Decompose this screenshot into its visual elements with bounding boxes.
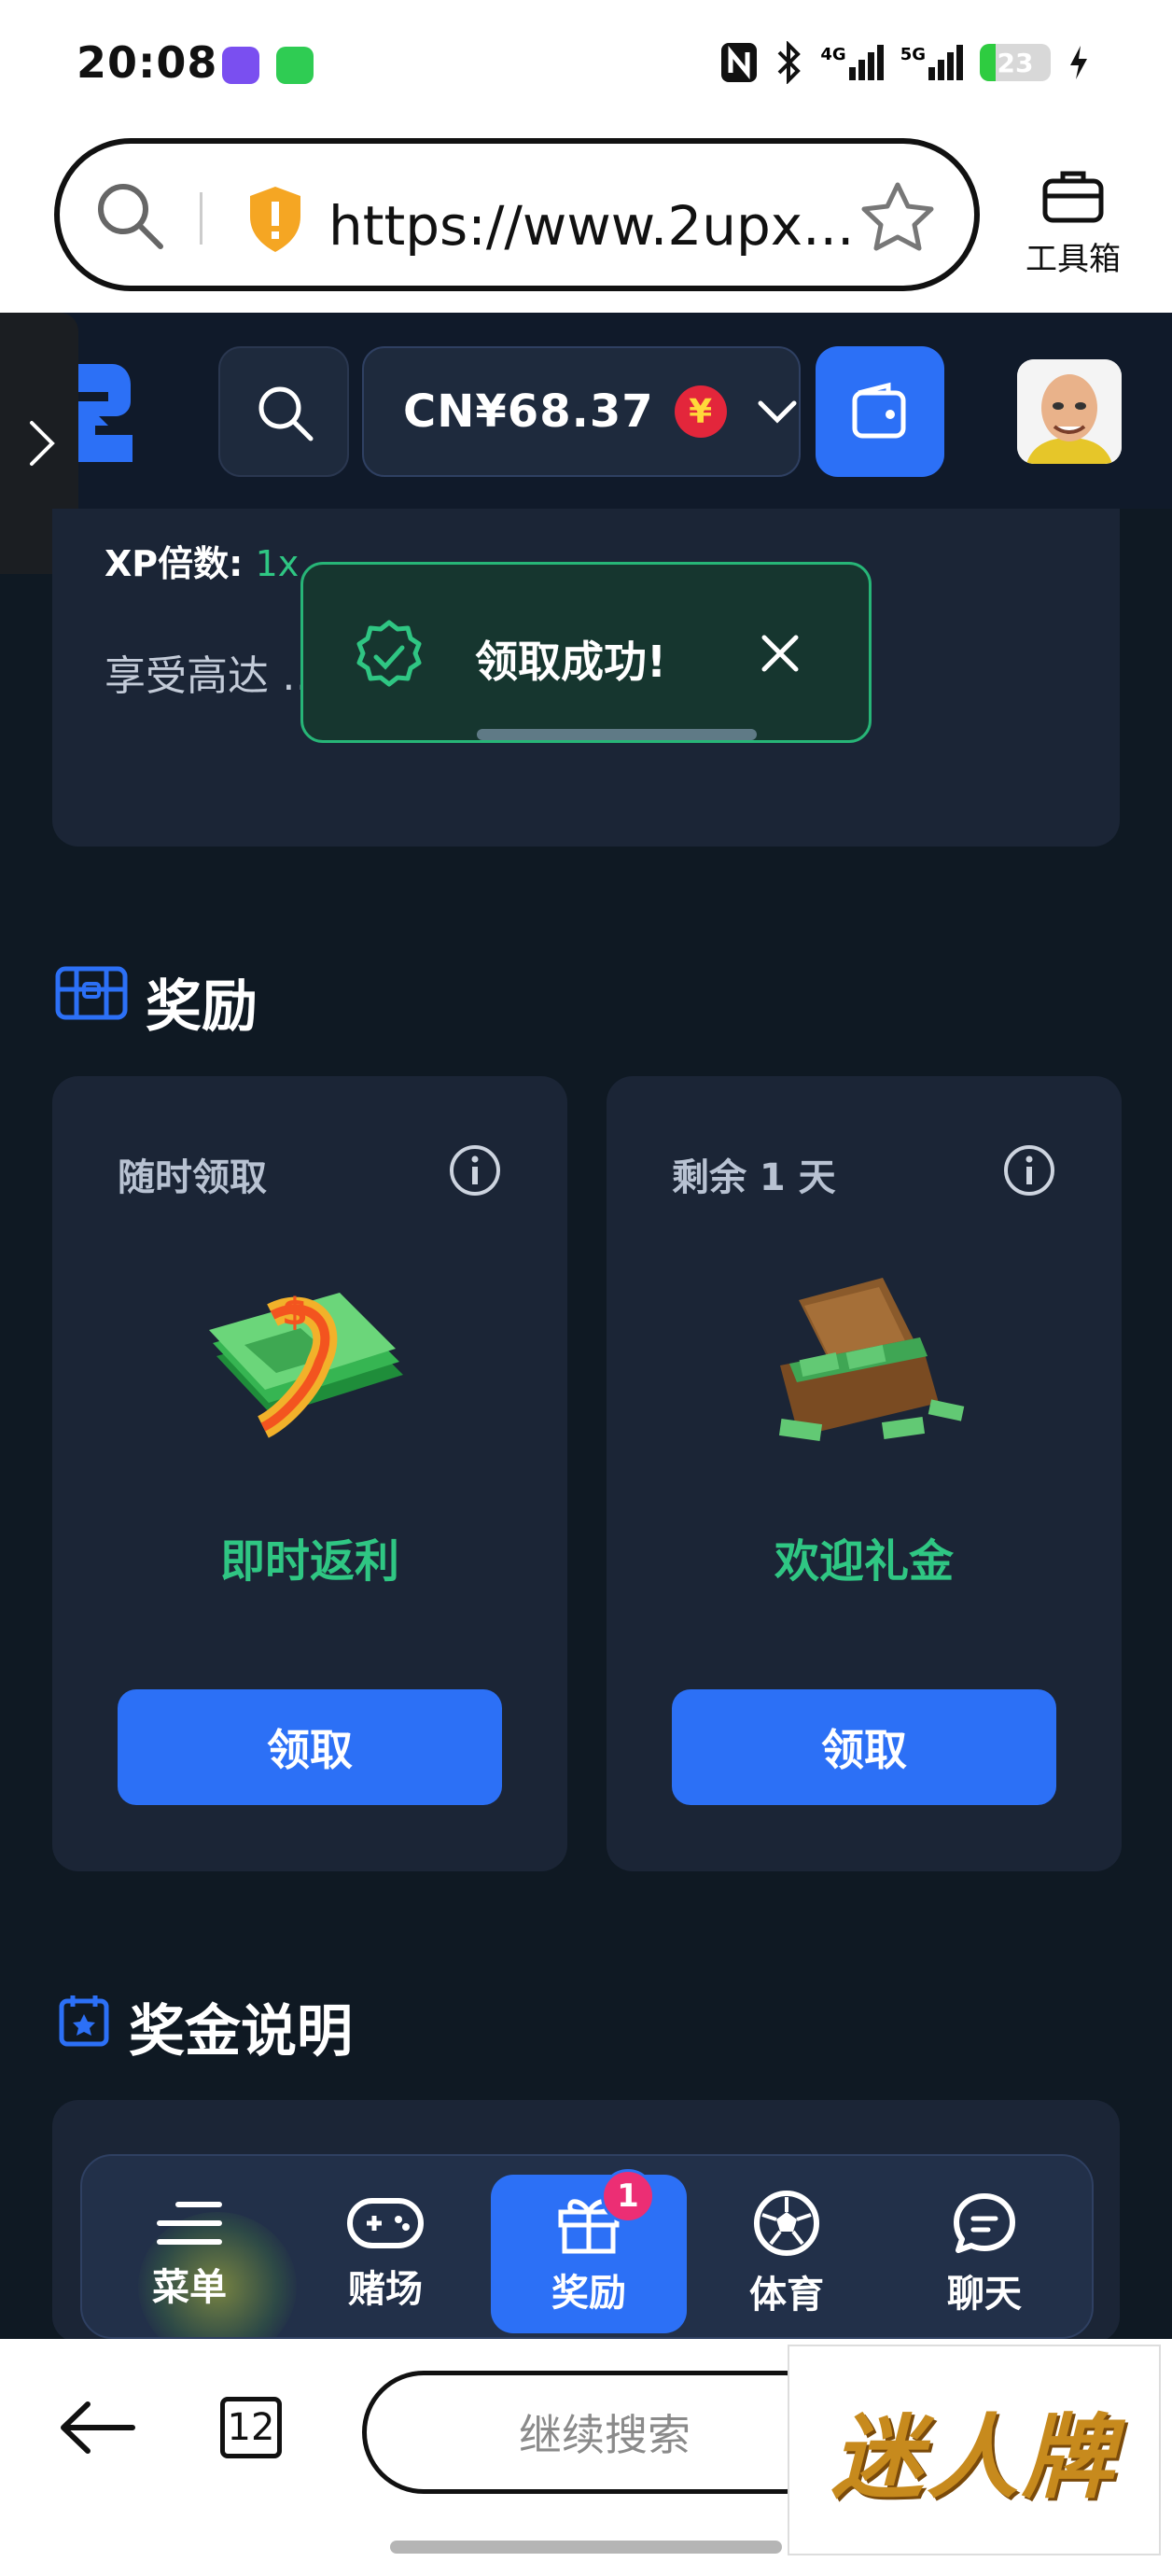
avatar[interactable] [1017,359,1122,464]
message-app-icon [276,47,314,84]
nav-label: 奖励 [551,2272,626,2315]
charging-icon [1070,46,1087,79]
toast-progress-bar [477,729,757,740]
ad-banner[interactable]: 迷人牌 [788,2345,1161,2555]
wallet-button[interactable] [816,346,944,477]
site-search-button[interactable] [218,346,349,477]
calendar-star-icon [59,1995,109,2047]
toolbox-icon [1042,171,1104,223]
status-icons: 4G 5G 23 [719,41,1090,84]
bookmark-star-icon[interactable] [858,179,937,254]
toast-message: 领取成功! [475,637,666,687]
nfc-icon [721,43,758,82]
bottom-nav: 菜单 赌场 1 奖励 体育 聊天 [80,2154,1094,2339]
site-logo[interactable] [75,364,133,462]
nav-item-sports[interactable]: 体育 [689,2175,885,2333]
nav-label: 赌场 [348,2268,423,2311]
reward-timing: 随时领取 [118,1156,267,1199]
battery-indicator: 23 [980,44,1051,81]
success-toast: 领取成功! [300,562,872,743]
search-icon [258,386,314,441]
reward-timing: 剩余 1 天 [672,1156,836,1199]
signal-5g: 5G [900,45,963,80]
home-indicator[interactable] [390,2541,782,2554]
reward-card-instant-rebate: 随时领取 $ 即时返利 领取 [52,1076,567,1871]
nav-item-rewards[interactable]: 1 奖励 [491,2169,687,2333]
nav-item-casino[interactable]: 赌场 [287,2175,483,2333]
rewards-section-title: 奖励 [146,974,258,1040]
balance-amount: CN¥68.37 [403,385,654,438]
avatar-image [1017,359,1122,464]
xp-line: XP倍数: 1x [105,535,299,586]
signal-4g: 4G [820,45,884,80]
notification-badge: 1 [601,2169,655,2223]
reward-name: 即时返利 [219,1535,399,1588]
signal-label: 5G [900,45,926,64]
divider [200,192,202,245]
nav-label: 聊天 [947,2273,1022,2316]
soccer-ball-icon [754,2191,819,2256]
svg-text:$: $ [282,1291,308,1334]
site-header: CN¥68.37 ¥ [0,313,1172,574]
continue-search-button[interactable]: 继续搜索 [362,2371,847,2494]
nav-label: 体育 [749,2274,824,2317]
info-icon[interactable] [448,1143,502,1197]
money-suitcase-icon [778,1278,965,1441]
toolbox-label: 工具箱 [1026,241,1121,278]
url-text: https://www.2upx... [328,194,855,258]
battery-text: 23 [997,48,1034,78]
xp-label: XP倍数: [105,543,244,584]
gamepad-icon [347,2198,424,2248]
claim-button[interactable]: 领取 [672,1689,1056,1805]
check-badge-icon [356,620,422,687]
signal-label: 4G [820,45,846,64]
nav-label: 菜单 [152,2266,227,2309]
browser-bottom-bar: 12 继续搜索 迷人牌 [0,2339,1172,2576]
chevron-right-icon [30,421,55,466]
wallet-icon [852,382,906,439]
menu-icon [157,2202,222,2245]
url-field[interactable]: https://www.2upx... [54,138,980,291]
status-bar: 20:08 4G 5G 23 [0,0,1172,131]
back-arrow-icon[interactable] [58,2399,136,2457]
close-icon[interactable] [759,632,802,675]
cash-stack-icon: $ [209,1291,403,1438]
bluetooth-icon [777,41,802,84]
tabs-button[interactable]: 12 [220,2397,282,2458]
claim-button[interactable]: 领取 [118,1689,502,1805]
toolbox-button[interactable]: 工具箱 [1017,168,1129,279]
info-icon[interactable] [1002,1143,1056,1197]
nav-item-chat[interactable]: 聊天 [886,2175,1082,2333]
xp-multiplier: 1x [255,543,300,584]
search-icon [98,184,163,249]
status-time: 20:08 [77,37,218,88]
browser-address-bar: https://www.2upx... 工具箱 [0,131,1172,313]
chevron-down-icon [758,400,797,424]
vpn-app-icon [222,47,259,84]
treasure-chest-icon [55,966,128,1020]
shield-icon [250,187,300,252]
nav-item-menu[interactable]: 菜单 [91,2175,287,2333]
bonus-section-title: 奖金说明 [129,1999,353,2065]
balance-selector[interactable]: CN¥68.37 ¥ [362,346,801,477]
chat-icon [954,2193,1015,2253]
reward-card-welcome-bonus: 剩余 1 天 欢迎礼金 领取 [607,1076,1122,1871]
ad-text: 迷人牌 [830,2404,1117,2512]
yuan-coin-icon: ¥ [674,385,727,438]
reward-name: 欢迎礼金 [774,1535,954,1588]
